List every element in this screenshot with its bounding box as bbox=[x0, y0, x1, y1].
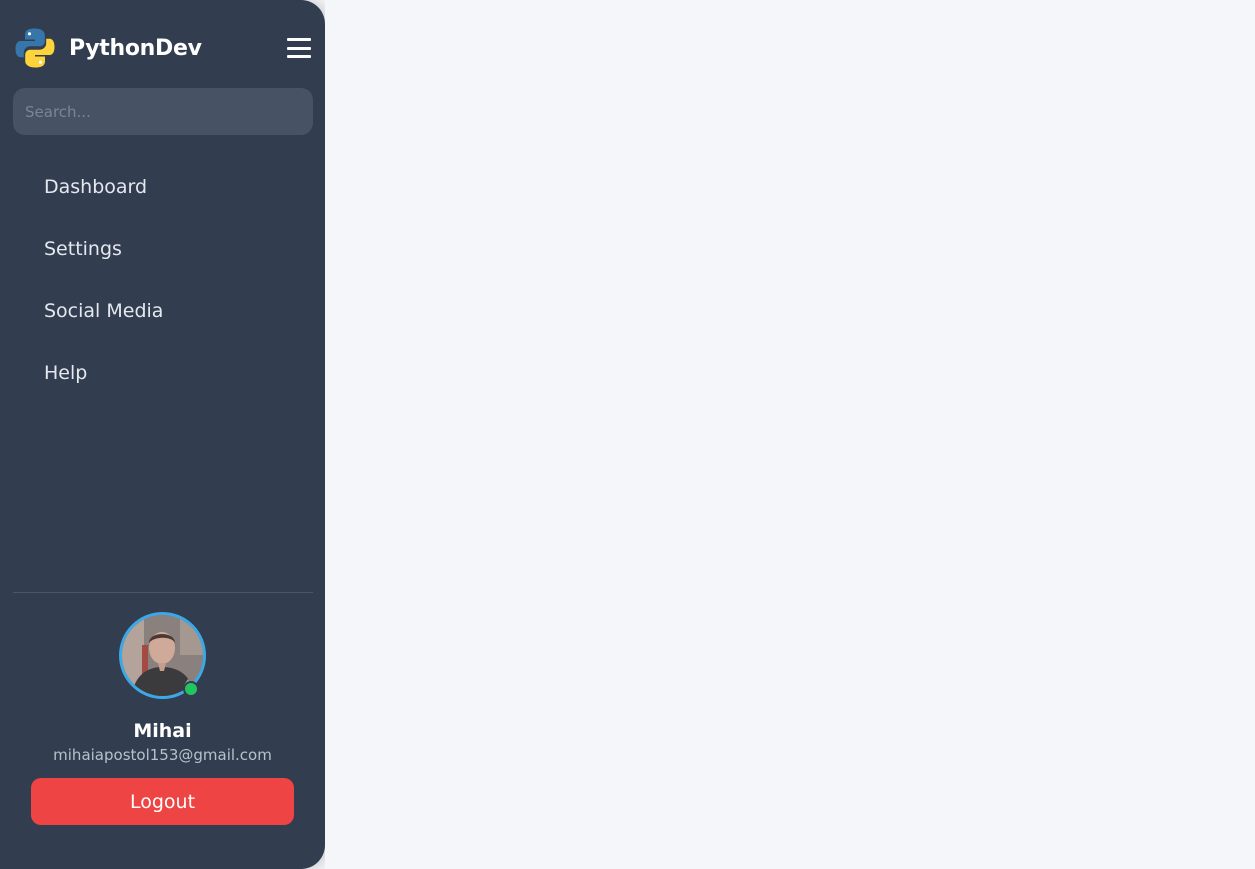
menu-bar bbox=[287, 55, 311, 58]
sidebar-item-settings[interactable]: Settings bbox=[0, 218, 325, 280]
user-avatar[interactable] bbox=[119, 612, 206, 699]
brand-name: PythonDev bbox=[69, 35, 202, 61]
user-email: mihaiapostol153@gmail.com bbox=[53, 746, 272, 764]
logout-button[interactable]: Logout bbox=[31, 778, 294, 825]
sidebar-item-dashboard[interactable]: Dashboard bbox=[0, 156, 325, 218]
sidebar: PythonDev Dashboard Settings Social Medi… bbox=[0, 0, 325, 869]
sidebar-nav: Dashboard Settings Social Media Help bbox=[0, 156, 325, 404]
sidebar-item-social-media[interactable]: Social Media bbox=[0, 280, 325, 342]
main-content bbox=[325, 0, 1255, 869]
menu-bar bbox=[287, 38, 311, 41]
python-logo-icon bbox=[15, 28, 55, 68]
sidebar-item-help[interactable]: Help bbox=[0, 342, 325, 404]
online-status-indicator bbox=[183, 681, 199, 697]
user-name: Mihai bbox=[133, 720, 192, 742]
menu-bar bbox=[287, 46, 311, 50]
brand[interactable]: PythonDev bbox=[14, 26, 202, 70]
divider bbox=[13, 592, 313, 593]
hamburger-menu-icon[interactable] bbox=[286, 36, 312, 60]
search-input[interactable] bbox=[13, 88, 313, 135]
